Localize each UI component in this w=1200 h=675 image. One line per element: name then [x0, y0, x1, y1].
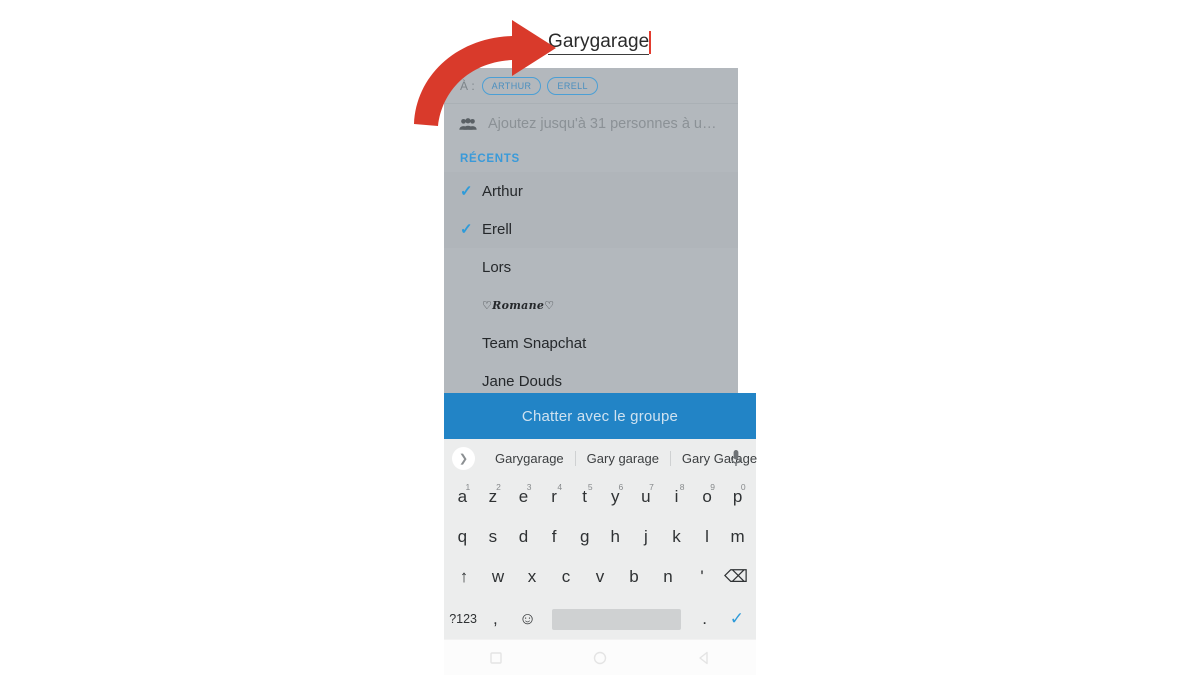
contact-name: Lors — [482, 258, 512, 276]
suggestion-1[interactable]: Gary garage — [574, 450, 670, 466]
recipient-chip-arthur[interactable]: ARTHUR — [481, 76, 542, 95]
contact-row-romane[interactable]: ♡Romane♡ — [444, 286, 738, 324]
keyboard-row-2: q s d f g h j k l m — [444, 517, 756, 557]
key-j[interactable]: j — [631, 517, 662, 557]
android-nav-bar — [444, 639, 756, 675]
group-name-header: Garygarage — [444, 0, 756, 68]
recipient-sheet: À : ARTHUR ERELL Ajoutez jusqu'à 31 pers… — [444, 68, 738, 393]
key-u[interactable]: 7u — [631, 477, 662, 517]
recipient-chip-erell[interactable]: ERELL — [547, 76, 598, 95]
key-q[interactable]: q — [447, 517, 478, 557]
key-a[interactable]: 1a — [447, 477, 478, 517]
period-key[interactable]: . — [689, 597, 721, 641]
contact-name: Team Snapchat — [482, 334, 587, 352]
key-t[interactable]: 5t — [569, 477, 600, 517]
key-o[interactable]: 9o — [692, 477, 723, 517]
square-icon[interactable] — [488, 650, 504, 666]
phone-screen: Garygarage À : ARTHUR ERELL Ajoutez jusq… — [444, 0, 757, 675]
contact-row-team-snapchat[interactable]: Team Snapchat — [444, 324, 738, 362]
key-sup: 5 — [587, 482, 593, 492]
key-sup: 1 — [465, 482, 471, 492]
key-g[interactable]: g — [569, 517, 600, 557]
to-label: À : — [460, 78, 475, 93]
key-x[interactable]: x — [515, 557, 549, 597]
recipient-row[interactable]: À : ARTHUR ERELL — [444, 68, 738, 104]
key-z[interactable]: 2z — [478, 477, 509, 517]
key-sup: 7 — [649, 482, 654, 492]
key-c[interactable]: c — [549, 557, 583, 597]
text-caret — [649, 31, 652, 54]
emoji-key[interactable]: ☺ — [511, 597, 543, 641]
android-keyboard: ❯ Garygarage Gary garage Gary Garage 1a … — [444, 439, 757, 641]
contact-list: ✓ Arthur ✓ Erell Lors ♡Romane♡ Team Snap… — [444, 172, 738, 400]
key-sup: 4 — [557, 482, 563, 492]
keyboard-row-1: 1a 2z 3e 4r 5t 6y 7u 8i 9o 0p — [444, 477, 756, 517]
key-label: r — [551, 487, 557, 506]
key-sup: 2 — [496, 482, 501, 492]
keyboard-row-4: ?123 , ☺ . ✓ — [444, 597, 756, 641]
group-people-icon — [459, 117, 477, 131]
microphone-icon[interactable] — [726, 448, 746, 468]
key-s[interactable]: s — [478, 517, 509, 557]
key-apostrophe[interactable]: ' — [685, 557, 719, 597]
contact-name: Arthur — [482, 182, 523, 200]
key-p[interactable]: 0p — [722, 477, 753, 517]
add-people-label: Ajoutez jusqu'à 31 personnes à u… — [488, 115, 717, 132]
add-people-row[interactable]: Ajoutez jusqu'à 31 personnes à u… — [444, 105, 738, 142]
suggestion-2[interactable]: Gary Garage — [669, 450, 768, 466]
key-f[interactable]: f — [539, 517, 570, 557]
comma-key[interactable]: , — [479, 597, 511, 641]
contact-row-lors[interactable]: Lors — [444, 248, 738, 286]
contact-name: Erell — [482, 220, 513, 238]
key-m[interactable]: m — [722, 517, 753, 557]
contact-name: Jane Douds — [482, 372, 563, 390]
spacebar-key[interactable] — [551, 608, 681, 630]
symbols-key[interactable]: ?123 — [447, 597, 479, 641]
shift-key[interactable]: ↑ — [447, 557, 481, 597]
key-y[interactable]: 6y — [600, 477, 631, 517]
key-label: i — [674, 487, 679, 506]
key-sup: 8 — [679, 482, 685, 492]
group-name-value: Garygarage — [548, 30, 650, 55]
group-name-input[interactable]: Garygarage — [548, 30, 652, 55]
key-n[interactable]: n — [651, 557, 685, 597]
key-r[interactable]: 4r — [539, 477, 570, 517]
key-k[interactable]: k — [661, 517, 692, 557]
chevron-right-icon[interactable]: ❯ — [452, 446, 475, 470]
circle-icon[interactable] — [592, 650, 608, 666]
key-sup: 6 — [618, 482, 624, 492]
key-d[interactable]: d — [508, 517, 539, 557]
key-h[interactable]: h — [600, 517, 631, 557]
key-sup: 0 — [740, 482, 746, 492]
triangle-back-icon[interactable] — [696, 650, 712, 666]
backspace-key[interactable]: ⌫ — [719, 557, 753, 597]
check-icon: ✓ — [460, 220, 473, 238]
key-label: t — [582, 487, 588, 506]
key-w[interactable]: w — [481, 557, 515, 597]
key-e[interactable]: 3e — [508, 477, 539, 517]
key-i[interactable]: 8i — [661, 477, 692, 517]
check-icon: ✓ — [460, 182, 473, 200]
recents-section-header: RÉCENTS — [460, 153, 520, 165]
keyboard-row-3: ↑ w x c v b n ' ⌫ — [444, 557, 756, 597]
contact-name: ♡Romane♡ — [482, 298, 555, 312]
key-sup: 9 — [710, 482, 716, 492]
key-sup: 3 — [526, 482, 532, 492]
chat-with-group-label: Chatter avec le groupe — [521, 407, 679, 425]
contact-row-erell[interactable]: ✓ Erell — [444, 210, 738, 248]
chat-with-group-button[interactable]: Chatter avec le groupe — [444, 393, 756, 439]
key-b[interactable]: b — [617, 557, 651, 597]
contact-row-arthur[interactable]: ✓ Arthur — [444, 172, 738, 210]
key-l[interactable]: l — [692, 517, 723, 557]
key-v[interactable]: v — [583, 557, 617, 597]
suggestion-0[interactable]: Garygarage — [484, 451, 575, 466]
enter-key[interactable]: ✓ — [721, 597, 753, 641]
screenshot-root: Garygarage À : ARTHUR ERELL Ajoutez jusq… — [0, 0, 1200, 675]
suggestion-bar: ❯ Garygarage Gary garage Gary Garage — [444, 439, 757, 477]
